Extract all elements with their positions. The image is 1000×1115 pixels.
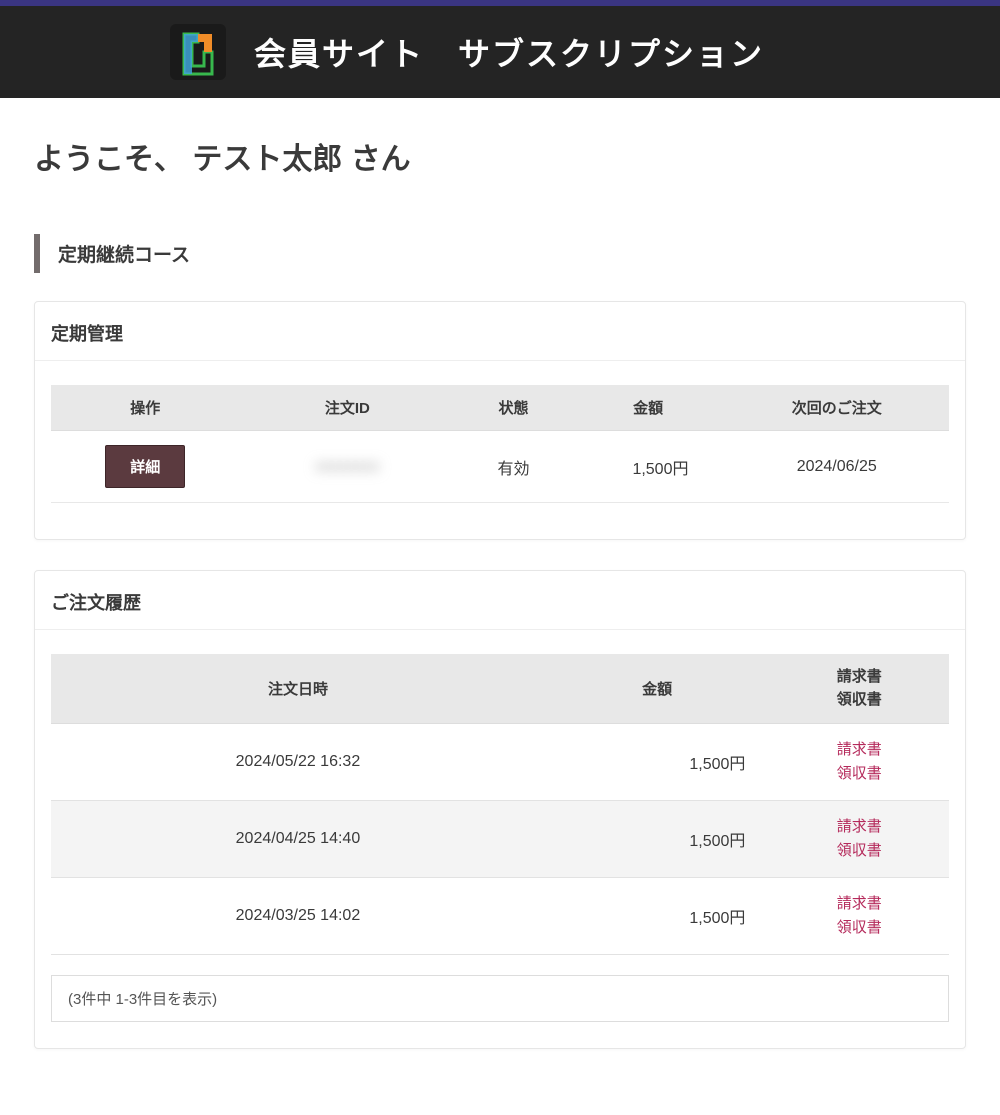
site-logo-icon	[170, 24, 226, 80]
invoice-link[interactable]: 請求書	[777, 815, 941, 839]
invoice-link[interactable]: 請求書	[777, 738, 941, 762]
management-card-title: 定期管理	[35, 302, 965, 361]
th-amount: 金額	[545, 654, 770, 724]
cell-status: 有効	[455, 431, 572, 503]
cell-amount: 1,500円	[545, 878, 770, 955]
cell-documents: 請求書 領収書	[769, 878, 949, 955]
cell-order-date: 2024/05/22 16:32	[51, 724, 545, 801]
management-table: 操作 注文ID 状態 金額 次回のご注文 詳細 xxxxxxxx 有効	[51, 385, 949, 503]
th-receipt-label: 領収書	[837, 691, 882, 708]
table-row: 2024/04/25 14:40 1,500円 請求書 領収書	[51, 801, 949, 878]
site-header: 会員サイト サブスクリプション	[0, 6, 1000, 98]
invoice-link[interactable]: 請求書	[777, 892, 941, 916]
receipt-link[interactable]: 領収書	[777, 839, 941, 863]
th-action: 操作	[51, 385, 240, 431]
table-row: 2024/03/25 14:02 1,500円 請求書 領収書	[51, 878, 949, 955]
table-header-row: 注文日時 金額 請求書 領収書	[51, 654, 949, 724]
section-heading-course: 定期継続コース	[34, 234, 966, 273]
welcome-message: ようこそ、 テスト太郎 さん	[34, 134, 966, 178]
cell-amount: 1,500円	[572, 431, 725, 503]
cell-amount: 1,500円	[545, 724, 770, 801]
th-order-id: 注文ID	[240, 385, 456, 431]
history-table: 注文日時 金額 請求書 領収書 2024/05/22 16:32 1,500円 …	[51, 654, 949, 955]
management-card: 定期管理 操作 注文ID 状態 金額 次回のご注文 詳細	[34, 301, 966, 540]
pagination-info: (3件中 1-3件目を表示)	[51, 975, 949, 1022]
receipt-link[interactable]: 領収書	[777, 762, 941, 786]
main-content: ようこそ、 テスト太郎 さん 定期継続コース 定期管理 操作 注文ID 状態 金…	[0, 98, 1000, 1115]
cell-order-date: 2024/04/25 14:40	[51, 801, 545, 878]
receipt-link[interactable]: 領収書	[777, 916, 941, 940]
th-invoice-label: 請求書	[837, 668, 882, 685]
th-next-order: 次回のご注文	[724, 385, 949, 431]
table-row: 詳細 xxxxxxxx 有効 1,500円 2024/06/25	[51, 431, 949, 503]
th-amount: 金額	[572, 385, 725, 431]
history-card: ご注文履歴 注文日時 金額 請求書 領収書 2024/05/22 16:32	[34, 570, 966, 1049]
table-header-row: 操作 注文ID 状態 金額 次回のご注文	[51, 385, 949, 431]
cell-next-order: 2024/06/25	[724, 431, 949, 503]
cell-order-id: xxxxxxxx	[240, 431, 456, 503]
cell-order-date: 2024/03/25 14:02	[51, 878, 545, 955]
cell-documents: 請求書 領収書	[769, 724, 949, 801]
table-row: 2024/05/22 16:32 1,500円 請求書 領収書	[51, 724, 949, 801]
th-status: 状態	[455, 385, 572, 431]
history-card-title: ご注文履歴	[35, 571, 965, 630]
th-documents: 請求書 領収書	[769, 654, 949, 724]
detail-button[interactable]: 詳細	[105, 445, 185, 488]
cell-documents: 請求書 領収書	[769, 801, 949, 878]
site-title: 会員サイト サブスクリプション	[254, 29, 764, 75]
th-order-date: 注文日時	[51, 654, 545, 724]
cell-amount: 1,500円	[545, 801, 770, 878]
